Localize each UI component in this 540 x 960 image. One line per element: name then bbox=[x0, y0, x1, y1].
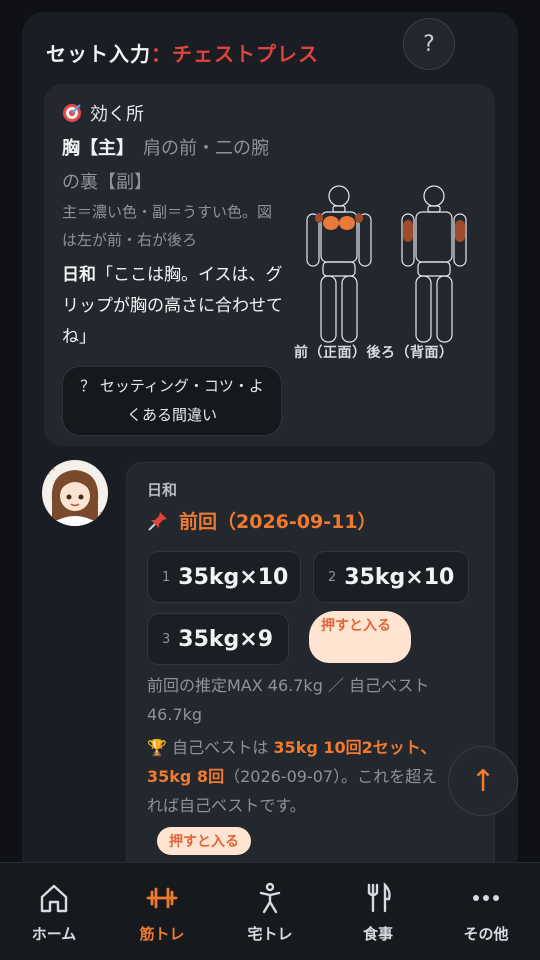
set-value: 35kg×9 bbox=[178, 626, 274, 652]
previous-record-card: 日和 前回（2026-09-11） 1 35kg×10 2 35kg×10 3 … bbox=[126, 462, 495, 882]
set-button-1[interactable]: 1 35kg×10 bbox=[147, 551, 301, 603]
hiyori-comment: 日和「ここは胸。イスは、グリップが胸の高さに合わせてね」 bbox=[62, 260, 284, 353]
tab-home-workout[interactable]: 宅トレ bbox=[216, 863, 324, 960]
tab-meals[interactable]: 食事 bbox=[324, 863, 432, 960]
best-prefix: 自己ベストは bbox=[172, 738, 274, 757]
personal-best-text: 🏆 自己ベストは 35kg 10回2セット、35kg 8回（2026-09-07… bbox=[147, 733, 452, 820]
dumbbell-icon bbox=[146, 887, 178, 909]
main-muscle: 胸【主】 bbox=[62, 138, 125, 159]
tab-label: 筋トレ bbox=[139, 925, 185, 943]
title-label: セット入力 bbox=[46, 42, 151, 66]
set-number: 2 bbox=[328, 569, 337, 585]
chat-sender-name: 日和 bbox=[147, 481, 178, 499]
set-button-3[interactable]: 3 35kg×9 bbox=[147, 613, 289, 665]
title-separator: ： bbox=[151, 42, 172, 66]
figure-caption: 前（正面）後ろ（背面） bbox=[294, 345, 454, 361]
target-muscle-card: 効く所 胸【主】 肩の前・二の腕の裏【副】 主＝濃い色・副＝うすい色。図は左が前… bbox=[44, 84, 495, 446]
tab-home[interactable]: ホーム bbox=[0, 863, 108, 960]
set-input-panel: セット入力：チェストプレス ? 効く所 胸【主】 肩の前・二の腕の裏【副】 主＝… bbox=[22, 12, 518, 882]
more-icon bbox=[473, 895, 499, 901]
tap-to-enter-tooltip[interactable]: 押すと入る bbox=[309, 611, 411, 663]
body-back-figure bbox=[401, 185, 467, 343]
body-front-figure bbox=[306, 185, 372, 343]
tips-button[interactable]: ？ セッティング・コツ・よくある間違い bbox=[62, 366, 282, 436]
scroll-to-top-button[interactable]: ↑ bbox=[448, 746, 518, 816]
hiyori-quote: 「ここは胸。イスは、グリップが胸の高さに合わせてね」 bbox=[62, 265, 283, 347]
trophy-icon: 🏆 bbox=[147, 738, 167, 757]
avatar-illustration bbox=[42, 460, 108, 526]
page-title: セット入力：チェストプレス bbox=[46, 38, 319, 67]
set-number: 3 bbox=[162, 631, 171, 647]
exercise-name: チェストプレス bbox=[172, 42, 319, 66]
target-icon bbox=[63, 104, 81, 122]
previous-session-title: 前回（2026-09-11） bbox=[147, 507, 377, 534]
color-legend: 主＝濃い色・副＝うすい色。図は左が前・右が後ろ bbox=[62, 203, 273, 249]
set-value: 35kg×10 bbox=[178, 564, 289, 590]
home-icon bbox=[40, 884, 68, 913]
effect-heading: 効く所 bbox=[62, 100, 144, 126]
set-value: 35kg×10 bbox=[344, 564, 455, 590]
set-number: 1 bbox=[162, 569, 171, 585]
tab-label: 食事 bbox=[362, 925, 393, 943]
bottom-tab-bar: ホーム 筋トレ 宅トレ 食事 その他 bbox=[0, 862, 540, 960]
fork-knife-icon bbox=[367, 882, 391, 913]
tap-to-enter-button[interactable]: 押すと入る bbox=[157, 827, 251, 855]
estimated-max-text: 前回の推定MAX 46.7kg ／ 自己ベスト 46.7kg bbox=[147, 676, 430, 724]
tab-label: ホーム bbox=[31, 925, 77, 943]
hiyori-avatar bbox=[42, 460, 108, 526]
set-button-2[interactable]: 2 35kg×10 bbox=[313, 551, 469, 603]
help-button[interactable]: ? bbox=[403, 18, 455, 70]
person-exercise-icon bbox=[259, 882, 281, 914]
muscle-description: 胸【主】 肩の前・二の腕の裏【副】 bbox=[62, 132, 284, 200]
tab-label: 宅トレ bbox=[247, 925, 293, 943]
effect-heading-text: 効く所 bbox=[90, 104, 144, 125]
tab-others[interactable]: その他 bbox=[432, 863, 540, 960]
pushpin-icon bbox=[148, 511, 167, 531]
hiyori-name: 日和 bbox=[62, 265, 96, 285]
tab-label: その他 bbox=[463, 925, 509, 943]
previous-session-text: 前回（2026-09-11） bbox=[179, 511, 377, 533]
tab-strength-training[interactable]: 筋トレ bbox=[108, 863, 216, 960]
